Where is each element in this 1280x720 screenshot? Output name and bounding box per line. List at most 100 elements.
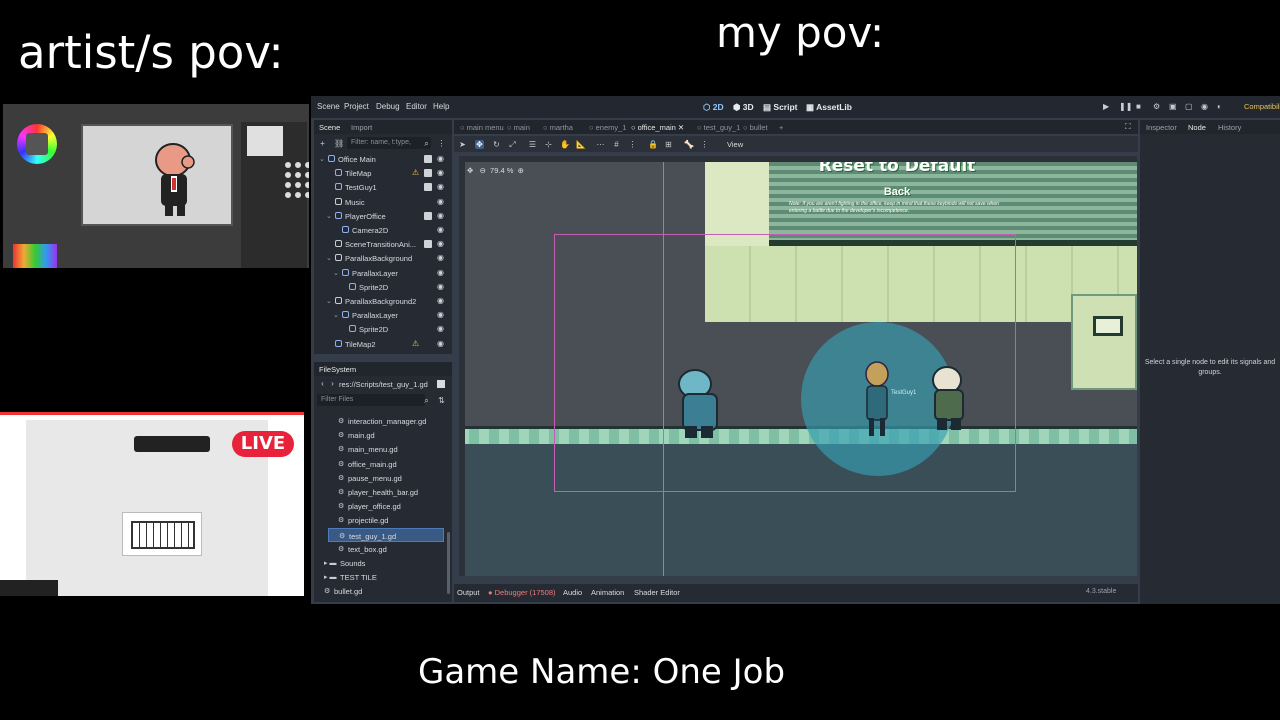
- scene-tab[interactable]: ○ enemy_1: [589, 123, 626, 132]
- skeleton-options-icon[interactable]: ⋮: [700, 140, 709, 149]
- visibility-eye-icon[interactable]: ◉: [437, 155, 445, 163]
- warning-icon[interactable]: ⚠: [412, 339, 420, 348]
- pause-icon[interactable]: ❚❚: [1119, 103, 1132, 111]
- bone-icon[interactable]: 🦴: [684, 140, 694, 149]
- file-filter-input[interactable]: Filter Files: [317, 394, 425, 406]
- visibility-eye-icon[interactable]: ◉: [437, 254, 445, 262]
- scene-filter-input[interactable]: Filter: name, t:type,: [347, 137, 431, 149]
- scene-tree-node[interactable]: ⌄ ParallaxLayer ◉: [314, 266, 452, 280]
- play-icon[interactable]: ▶: [1103, 103, 1111, 111]
- distraction-free-icon[interactable]: ⛶: [1125, 122, 1131, 132]
- grid-snap-icon[interactable]: #: [612, 140, 621, 149]
- file-item[interactable]: ⚙ projectile.gd: [328, 513, 444, 527]
- menu-scene[interactable]: Scene: [317, 102, 340, 111]
- mode-3d-button[interactable]: ⬢ 3D: [733, 102, 754, 113]
- select-tool-icon[interactable]: ➤: [458, 140, 467, 149]
- warning-icon[interactable]: ⚠: [412, 168, 420, 177]
- scale-tool-icon[interactable]: ⤢: [508, 140, 517, 149]
- filesystem-path[interactable]: res://Scripts/test_guy_1.gd: [339, 380, 428, 389]
- drawing-canvas[interactable]: [81, 124, 233, 226]
- file-item[interactable]: ⚙ main.gd: [328, 428, 444, 442]
- scene-tree-node[interactable]: Camera2D ◉: [314, 223, 452, 237]
- lock-icon[interactable]: 🔒: [648, 140, 658, 149]
- menu-debug[interactable]: Debug: [376, 102, 400, 111]
- snap-options-icon[interactable]: ⋮: [628, 140, 637, 149]
- scene-tree-node[interactable]: TestGuy1 ◉: [314, 180, 452, 194]
- visibility-eye-icon[interactable]: ◉: [437, 183, 445, 191]
- scene-tree-node[interactable]: ⌄ PlayerOffice ◉: [314, 209, 452, 223]
- stop-icon[interactable]: ■: [1136, 103, 1144, 111]
- script-icon[interactable]: [424, 211, 432, 220]
- remote-debug-icon[interactable]: ⚙: [1153, 103, 1161, 111]
- scene-tree-node[interactable]: TileMap2 ⚠ ◉: [314, 337, 452, 351]
- file-item[interactable]: ⚙ main_menu.gd: [328, 442, 444, 456]
- file-item[interactable]: ⚙ text_box.gd: [328, 542, 444, 556]
- file-item[interactable]: ⚙ office_main.gd: [328, 457, 444, 471]
- tab-audio[interactable]: Audio: [563, 588, 582, 597]
- visibility-eye-icon[interactable]: ◉: [437, 339, 445, 348]
- menu-project[interactable]: Project: [344, 102, 369, 111]
- sort-icon[interactable]: ⇅: [437, 396, 446, 405]
- visibility-eye-icon[interactable]: ◉: [437, 311, 445, 319]
- add-node-icon[interactable]: +: [318, 139, 327, 148]
- scene-tree-node[interactable]: ⌄ ParallaxBackground ◉: [314, 251, 452, 265]
- split-view-icon[interactable]: [437, 380, 445, 388]
- visibility-eye-icon[interactable]: ◉: [437, 211, 445, 220]
- zoom-level[interactable]: 79.4 %: [490, 166, 513, 175]
- tab-filesystem[interactable]: FileSystem: [319, 365, 356, 374]
- play-custom-icon[interactable]: ▢: [1185, 103, 1193, 111]
- scene-viewport[interactable]: Reset to Default Back Note: If you are a…: [459, 156, 1137, 576]
- folder-item[interactable]: ▸ ▬ Sounds: [320, 556, 436, 570]
- menu-help[interactable]: Help: [433, 102, 449, 111]
- ruler-tool-icon[interactable]: 📐: [576, 140, 586, 149]
- brush-grid[interactable]: [285, 162, 309, 198]
- file-item[interactable]: ⚙ pause_menu.gd: [328, 471, 444, 485]
- scene-tab[interactable]: ○ main: [507, 123, 530, 132]
- smart-snap-icon[interactable]: ⋯: [596, 140, 605, 149]
- scene-tree-node[interactable]: ⌄ ParallaxLayer ◉: [314, 308, 452, 322]
- scene-tab[interactable]: ○ martha: [543, 123, 573, 132]
- scene-tree-node[interactable]: ⌄ ParallaxBackground2 ◉: [314, 294, 452, 308]
- pivot-tool-icon[interactable]: ⊹: [544, 140, 553, 149]
- visibility-eye-icon[interactable]: ◉: [437, 282, 445, 291]
- tab-inspector[interactable]: Inspector: [1146, 123, 1177, 132]
- movie-icon[interactable]: ◉: [1201, 103, 1209, 111]
- scene-tree-node[interactable]: Sprite2D ◉: [314, 322, 452, 336]
- file-item[interactable]: ⚙ player_office.gd: [328, 499, 444, 513]
- tab-history[interactable]: History: [1218, 123, 1241, 132]
- zoom-out-icon[interactable]: ⊖: [480, 166, 486, 175]
- color-wheel[interactable]: [17, 124, 57, 164]
- script-icon[interactable]: [424, 240, 432, 249]
- expand-arrow-icon[interactable]: ⌄: [333, 311, 339, 319]
- move-tool-icon[interactable]: ✥: [475, 140, 484, 149]
- scene-tree-node[interactable]: TileMap ⚠ ◉: [314, 166, 452, 180]
- file-item[interactable]: ⚙ interaction_manager.gd: [328, 414, 444, 428]
- expand-arrow-icon[interactable]: ⌄: [319, 155, 325, 163]
- rotate-tool-icon[interactable]: ↻: [492, 140, 501, 149]
- file-item[interactable]: ⚙ test_guy_1.gd: [328, 527, 444, 542]
- visibility-eye-icon[interactable]: ◉: [437, 297, 445, 305]
- visibility-eye-icon[interactable]: ◉: [437, 268, 445, 277]
- expand-arrow-icon[interactable]: ⌄: [333, 269, 339, 277]
- scene-tab[interactable]: ○ bullet: [743, 123, 768, 132]
- tab-output[interactable]: Output: [457, 588, 480, 597]
- profiler-icon[interactable]: ◐: [1217, 103, 1225, 111]
- mode-assetlib-button[interactable]: ▦ AssetLib: [806, 102, 852, 113]
- mode-2d-button[interactable]: ⬡ 2D: [703, 102, 724, 113]
- zoom-in-icon[interactable]: ⊕: [518, 166, 524, 175]
- back-arrow-icon[interactable]: ‹: [318, 379, 327, 388]
- visibility-eye-icon[interactable]: ◉: [437, 197, 445, 206]
- expand-arrow-icon[interactable]: ⌄: [326, 212, 332, 220]
- scene-tab[interactable]: ○ main menu: [460, 123, 504, 132]
- scene-tree-node[interactable]: Sprite2D ◉: [314, 280, 452, 294]
- tab-debugger[interactable]: ● Debugger (17508): [488, 588, 556, 597]
- scene-tree-node[interactable]: ⌄ Office Main ◉: [314, 152, 452, 166]
- scene-tab[interactable]: ○ test_guy_1: [697, 123, 740, 132]
- script-icon[interactable]: [424, 169, 432, 178]
- script-icon[interactable]: [424, 155, 432, 163]
- visibility-eye-icon[interactable]: ◉: [437, 240, 445, 248]
- npc-sprite-right[interactable]: [925, 362, 975, 432]
- group-icon[interactable]: ⊞: [664, 140, 673, 149]
- tablet-toolbar[interactable]: [134, 436, 210, 452]
- tab-import[interactable]: Import: [351, 123, 372, 132]
